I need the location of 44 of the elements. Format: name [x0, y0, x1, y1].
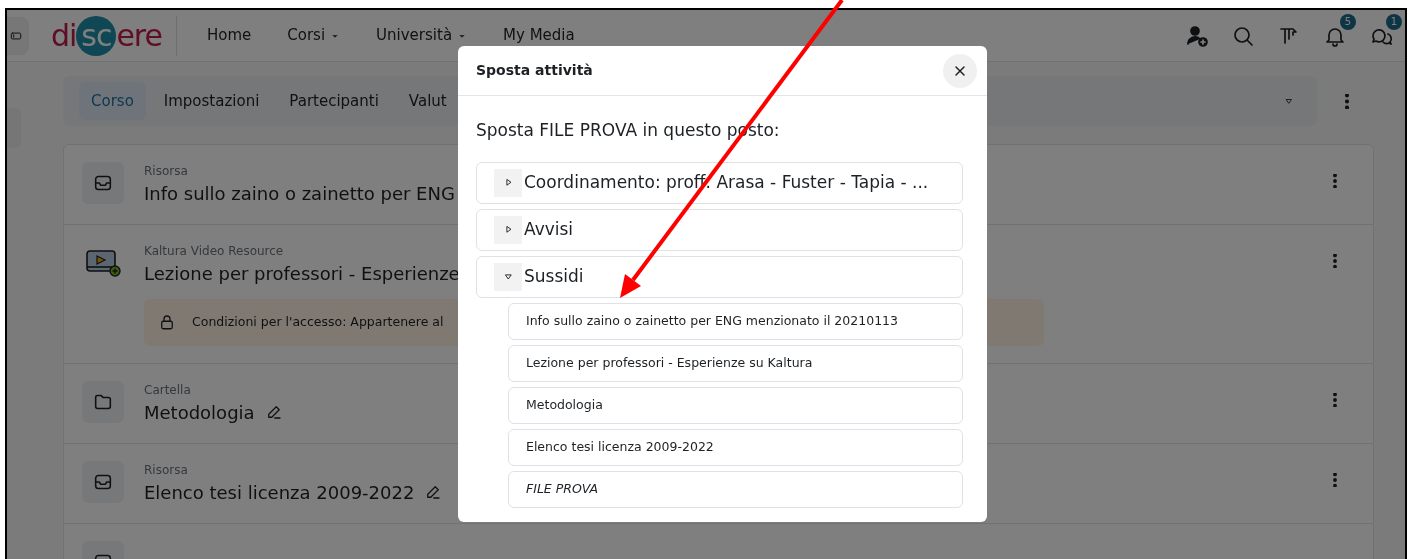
destination-item[interactable]: Elenco tesi licenza 2009-2022 [508, 428, 963, 466]
course-tab[interactable]: Corso [79, 81, 146, 121]
kebab-icon [1333, 254, 1337, 268]
destination-item[interactable]: Info sullo zaino o zainetto per ENG menzionato il 20210113 [508, 302, 963, 340]
count-badge: 1 [1386, 13, 1402, 30]
lock-icon [158, 313, 176, 332]
destination-item[interactable]: FILE PROVA [508, 470, 963, 508]
nav-link[interactable]: Università [376, 24, 468, 47]
add-user-button[interactable] [1185, 23, 1209, 48]
nav-link[interactable]: My Media [503, 24, 575, 47]
kebab-icon [1345, 93, 1349, 109]
section-name: Avvisi [524, 217, 574, 241]
activity-type: Kaltura Video Resource [144, 243, 285, 260]
activity-title[interactable]: Info sullo zaino o zainetto per ENG [144, 180, 455, 207]
course-tab[interactable]: Partecipanti [277, 81, 391, 121]
activity-type: Risorsa [144, 163, 189, 180]
drawer-button[interactable] [7, 16, 29, 55]
expand-toggle[interactable] [494, 262, 522, 291]
course-tab[interactable]: Valut [396, 81, 459, 121]
activity-title[interactable]: Metodologia [144, 398, 255, 426]
activity-type: Cartella [144, 381, 192, 399]
activity-type: Risorsa [144, 461, 189, 479]
add-user-icon [1185, 23, 1209, 48]
kebab-icon [1333, 472, 1337, 487]
destination-item[interactable]: Lezione per professori - Esperienze su Kaltura [508, 344, 963, 382]
restriction-text: Condizioni per l'accesso: Appartenere al [192, 313, 444, 331]
section-item[interactable]: Avvisi [476, 208, 963, 251]
dialog-title: Sposta attività [476, 61, 593, 80]
expand-toggle[interactable] [494, 215, 522, 244]
activity-title[interactable]: Elenco tesi licenza 2009-2022 [144, 478, 415, 506]
nav-link[interactable]: Home [207, 24, 252, 47]
section-item[interactable]: Sussidi [476, 255, 963, 298]
nav-link[interactable]: Corsi [287, 24, 341, 47]
destination-item[interactable]: Metodologia [508, 386, 963, 424]
kebab-icon [1333, 392, 1337, 407]
kebab-icon [1333, 174, 1337, 188]
activity-title[interactable]: Lezione per professori - Esperienze [144, 260, 460, 287]
video-icon [85, 247, 121, 279]
close-button[interactable] [943, 53, 977, 88]
section-name: Sussidi [524, 264, 584, 288]
count-badge: 5 [1340, 13, 1356, 30]
site-logo[interactable]: di sc ere [51, 15, 177, 56]
expand-toggle[interactable] [494, 168, 522, 197]
course-tab[interactable]: Impostazioni [151, 81, 272, 121]
